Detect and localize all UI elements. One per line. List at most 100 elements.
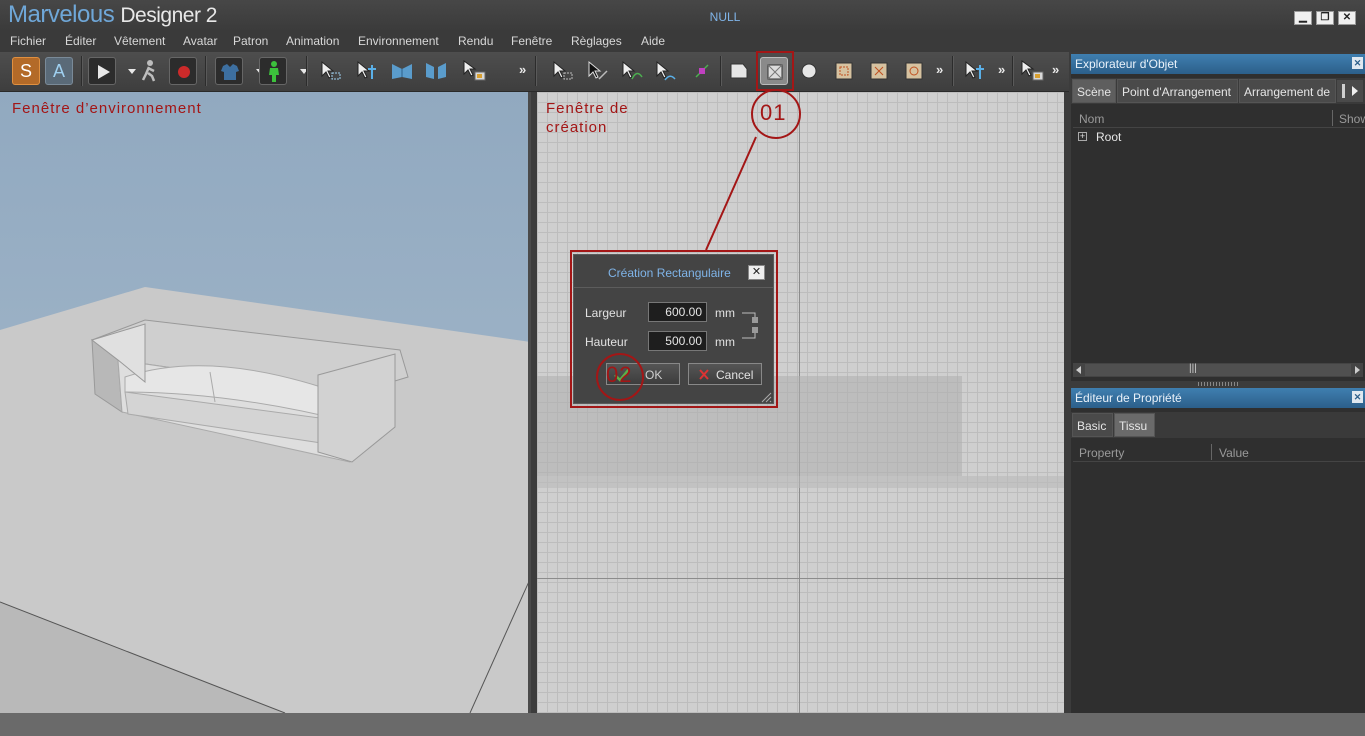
close-icon[interactable]: ✕ (1352, 391, 1363, 403)
edit-curve-point-icon[interactable] (651, 57, 679, 85)
panel-splitter[interactable] (1198, 382, 1238, 386)
resize-grip-icon[interactable] (760, 391, 772, 403)
height-input[interactable]: 500.00 (648, 331, 707, 351)
scroll-grip: ||| (1189, 363, 1197, 374)
fold-arrangement-icon[interactable] (388, 57, 416, 85)
tab-scene[interactable]: Scène (1072, 79, 1116, 103)
garment-dropdown-icon[interactable] (246, 57, 264, 85)
tab-scroll-right-icon[interactable] (1337, 80, 1363, 102)
toolbar-separator (1012, 56, 1014, 86)
annotation-step-01: 01 (760, 100, 787, 125)
ok-label: OK (645, 368, 663, 382)
main-toolbar: S A » » » » (0, 52, 1069, 92)
edit-curvature-icon[interactable] (617, 57, 645, 85)
creation-window-label-line2: création (546, 119, 608, 136)
menu-editer[interactable]: Éditer (65, 34, 96, 48)
texture-select-icon[interactable] (460, 57, 488, 85)
horizontal-scrollbar[interactable]: ||| (1073, 363, 1363, 377)
texture-edit-icon[interactable] (1018, 57, 1046, 85)
avatar-icon[interactable] (259, 57, 287, 85)
tab-arrangement-point[interactable]: Point d'Arrangement (1117, 79, 1238, 103)
toolbar-separator (535, 56, 537, 86)
restore-button[interactable]: ❐ (1316, 11, 1334, 25)
fold-icon[interactable] (422, 57, 450, 85)
record-icon[interactable] (169, 57, 197, 85)
tree-item-root[interactable]: Root (1096, 130, 1121, 144)
move-pin-icon[interactable] (352, 57, 380, 85)
menu-patron[interactable]: Patron (233, 34, 268, 48)
add-point-icon[interactable] (688, 57, 716, 85)
app-window: Marvelous Designer 2 NULL ▁ ❐ ✕ Fichier … (0, 0, 1365, 736)
toolbar-separator (720, 56, 722, 86)
cancel-button[interactable]: Cancel (688, 363, 762, 385)
animate-label: A (52, 61, 65, 81)
close-button[interactable]: ✕ (1338, 11, 1356, 25)
width-input[interactable]: 600.00 (648, 302, 707, 322)
menu-fenetre[interactable]: Fenêtre (511, 34, 552, 48)
column-show: Show (1339, 112, 1365, 126)
toolbar-separator (205, 56, 207, 86)
circle-pattern-icon[interactable] (795, 57, 823, 85)
column-nom: Nom (1079, 112, 1105, 126)
width-unit: mm (715, 306, 735, 320)
edit-pattern-icon[interactable] (583, 57, 611, 85)
dialog-close-icon[interactable]: ✕ (748, 265, 765, 280)
column-value: Value (1219, 446, 1249, 460)
internal-polygon-icon[interactable] (830, 57, 858, 85)
menu-avatar[interactable]: Avatar (183, 34, 217, 48)
toolbar-overflow-icon[interactable]: » (1052, 62, 1059, 77)
creation-window-label-line1: Fenêtre de (546, 100, 629, 117)
internal-circle-icon[interactable] (900, 57, 928, 85)
tab-arrangement[interactable]: Arrangement de (1239, 79, 1336, 103)
internal-rectangle-icon[interactable] (865, 57, 893, 85)
height-unit: mm (715, 335, 735, 349)
menu-reglages[interactable]: Règlages (571, 34, 622, 48)
menu-vetement[interactable]: Vêtement (114, 34, 165, 48)
column-property: Property (1079, 446, 1125, 460)
toolbar-separator (306, 56, 308, 86)
floor-silhouette (537, 476, 1064, 488)
play-icon[interactable] (88, 57, 116, 85)
property-header: Property Value (1073, 442, 1365, 462)
transform-pattern-icon[interactable] (960, 57, 988, 85)
select-mesh-icon[interactable] (316, 57, 344, 85)
property-editor-title-text: Éditeur de Propriété (1075, 391, 1182, 405)
menu-rendu[interactable]: Rendu (458, 34, 493, 48)
avatar-dropdown-icon[interactable] (290, 57, 308, 85)
height-label: Hauteur (585, 335, 628, 349)
link-ratio-icon[interactable] (740, 305, 764, 345)
toolbar-overflow-icon[interactable]: » (936, 62, 943, 77)
cancel-label: Cancel (716, 368, 754, 382)
status-bar (0, 713, 1365, 736)
column-divider (1332, 110, 1333, 126)
tab-tissu[interactable]: Tissu (1114, 413, 1155, 437)
environment-window[interactable]: Fenêtre d’environnement (0, 92, 531, 713)
toolbar-overflow-icon[interactable]: » (998, 62, 1005, 77)
environment-window-label: Fenêtre d’environnement (12, 100, 202, 117)
expand-root-icon[interactable]: + (1078, 132, 1087, 141)
document-title: NULL (709, 10, 741, 24)
walk-avatar-icon[interactable] (135, 57, 163, 85)
garment-icon[interactable] (215, 57, 243, 85)
annotation-step-02: 02 (606, 362, 633, 387)
toolbar-overflow-icon[interactable]: » (519, 62, 526, 77)
menu-environnement[interactable]: Environnement (358, 34, 439, 48)
toolbar-separator (952, 56, 954, 86)
toolbar-separator (81, 56, 83, 86)
dialog-title: Création Rectangulaire (608, 266, 731, 280)
menu-bar: Fichier Éditer Vêtement Avatar Patron An… (0, 32, 1365, 52)
menu-aide[interactable]: Aide (641, 34, 665, 48)
menu-animation[interactable]: Animation (286, 34, 339, 48)
select-pattern-icon[interactable] (548, 57, 576, 85)
tab-basic[interactable]: Basic (1072, 413, 1113, 437)
menu-fichier[interactable]: Fichier (10, 34, 46, 48)
close-icon[interactable]: ✕ (1352, 57, 1363, 69)
simulate-button[interactable]: S (12, 57, 40, 85)
play-dropdown-icon[interactable] (118, 57, 136, 85)
object-explorer-panel: Explorateur d'Objet ✕ Scène Point d'Arra… (1071, 54, 1365, 381)
polygon-pattern-icon[interactable] (725, 57, 753, 85)
simulate-label: S (19, 61, 32, 81)
animate-button[interactable]: A (45, 57, 73, 85)
minimize-button[interactable]: ▁ (1294, 11, 1312, 25)
dialog-divider (574, 287, 773, 288)
